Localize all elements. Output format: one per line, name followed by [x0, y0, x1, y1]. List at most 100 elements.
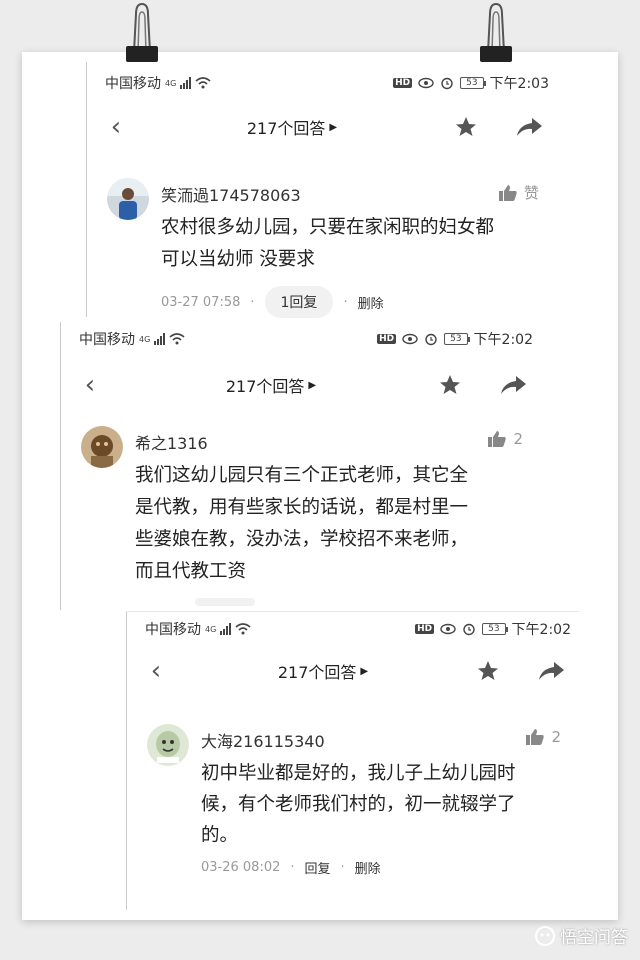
- comment-line: 的。: [201, 825, 239, 846]
- alarm-icon: [441, 77, 453, 90]
- battery-indicator: 53: [460, 77, 487, 89]
- comment-line: 是代教，用有些家长的话说，都是村里一: [135, 497, 469, 518]
- hd-icon: HD: [377, 334, 397, 344]
- comment-time: 03-26 08:02: [201, 860, 281, 875]
- binder-clip-left-icon: [120, 0, 164, 66]
- watermark-logo: 悟空问答: [534, 923, 628, 948]
- nav-bar: ‹ 217个回答 ▶: [127, 654, 579, 688]
- carrier-label: 中国移动: [79, 332, 135, 348]
- eye-icon: [418, 77, 434, 89]
- triangle-right-icon: ▶: [360, 665, 369, 677]
- network-label: 4G: [139, 334, 151, 344]
- answers-count-title[interactable]: 217个回答 ▶: [226, 373, 316, 397]
- alarm-icon: [425, 333, 437, 346]
- answers-count-label: 217个回答: [225, 377, 305, 396]
- answers-count-label: 217个回答: [246, 119, 326, 138]
- separator-dot: ·: [290, 860, 295, 875]
- answers-count-title[interactable]: 217个回答 ▶: [247, 115, 337, 139]
- thumbs-up-icon: [488, 431, 507, 447]
- comment-line: 而且代教工资: [135, 561, 247, 582]
- signal-icon: [154, 333, 166, 345]
- screenshot-card-3: 中国移动 4G HD 53 下午2:02 ‹ 217个回答 ▶ 大海216115…: [126, 612, 579, 910]
- share-arrow-icon[interactable]: [537, 660, 565, 682]
- battery-indicator: 53: [444, 333, 471, 345]
- separator-dot: ·: [340, 860, 345, 875]
- network-label: 4G: [165, 78, 177, 88]
- comment-item: 希之1316 2 我们这幼儿园只有三个正式老师，其它全 是代教，用有些家长的话说…: [81, 426, 523, 606]
- delete-button[interactable]: 删除: [355, 858, 381, 877]
- like-button[interactable]: 赞: [498, 182, 539, 203]
- comment-line: 些婆娘在教，没办法，学校招不来老师，: [135, 529, 469, 550]
- wifi-icon: [235, 623, 251, 635]
- wukong-logo-icon: [535, 925, 555, 946]
- hd-icon: HD: [393, 78, 413, 88]
- username[interactable]: 笑洏過174578063: [161, 182, 301, 206]
- like-button[interactable]: 2: [487, 430, 523, 448]
- status-bar: 中国移动 4G HD 53 下午2:02: [145, 618, 571, 640]
- watermark-text: 悟空问答: [560, 928, 628, 948]
- battery-indicator: 53: [482, 623, 509, 635]
- carrier-label: 中国移动: [105, 76, 161, 92]
- avatar[interactable]: [107, 178, 149, 220]
- delete-button[interactable]: 删除: [358, 293, 384, 312]
- clock-time: 下午2:02: [511, 622, 571, 638]
- wifi-icon: [195, 77, 211, 89]
- nav-bar: ‹ 217个回答 ▶: [87, 110, 557, 144]
- username[interactable]: 希之1316: [135, 430, 208, 454]
- answers-count-label: 217个回答: [277, 663, 357, 682]
- comment-meta: 03-27 07:58 · 1回复 · 删除: [161, 286, 384, 318]
- reply-button[interactable]: 1回复: [264, 286, 334, 318]
- screenshot-card-1: 中国移动 4G HD 53 下午2:03 ‹ 217个回答 ▶ 笑洏過17457…: [86, 62, 557, 318]
- signal-icon: [180, 77, 192, 89]
- carrier-label: 中国移动: [145, 622, 201, 638]
- thumbs-up-icon: [498, 184, 517, 201]
- comment-meta-cutoff: [135, 598, 255, 606]
- wifi-icon: [169, 333, 185, 345]
- username[interactable]: 大海216115340: [201, 728, 325, 752]
- share-arrow-icon[interactable]: [499, 374, 527, 396]
- binder-clip-right-icon: [474, 0, 518, 66]
- clock-time: 下午2:02: [473, 332, 533, 348]
- comment-line: 候，有个老师我们村的，初一就辍学了: [201, 794, 516, 815]
- comment-time: 03-27 07:58: [161, 294, 241, 310]
- screenshot-card-2: 中国移动 4G HD 53 下午2:02 ‹ 217个回答 ▶ 希之1316 2…: [60, 322, 541, 610]
- signal-icon: [220, 623, 232, 635]
- separator-dot: ·: [250, 294, 255, 310]
- comment-item: 笑洏過174578063 赞 农村很多幼儿园，只要在家闲职的妇女都 可以当幼师 …: [107, 178, 539, 318]
- clock-time: 下午2:03: [489, 76, 549, 92]
- thumbs-up-icon: [526, 729, 545, 745]
- comment-text: 农村很多幼儿园，只要在家闲职的妇女都 可以当幼师 没要求: [161, 212, 494, 276]
- comment-item: 大海216115340 2 初中毕业都是好的，我儿子上幼儿园时 候，有个老师我们…: [147, 724, 561, 894]
- like-count: 2: [513, 430, 523, 448]
- avatar[interactable]: [147, 724, 189, 766]
- comment-text: 我们这幼儿园只有三个正式老师，其它全 是代教，用有些家长的话说，都是村里一 些婆…: [135, 460, 468, 588]
- like-button[interactable]: 2: [525, 728, 561, 746]
- chevron-left-icon[interactable]: ‹: [75, 370, 105, 400]
- comment-line: 可以当幼师 没要求: [161, 249, 315, 270]
- star-icon[interactable]: [475, 659, 501, 683]
- nav-bar: ‹ 217个回答 ▶: [61, 368, 541, 402]
- chevron-left-icon[interactable]: ‹: [141, 656, 171, 686]
- star-icon[interactable]: [437, 373, 463, 397]
- like-label: 赞: [523, 184, 539, 202]
- network-label: 4G: [205, 624, 217, 634]
- star-icon[interactable]: [453, 115, 479, 139]
- eye-icon: [440, 623, 456, 635]
- status-bar: 中国移动 4G HD 53 下午2:02: [79, 328, 533, 350]
- avatar[interactable]: [81, 426, 123, 468]
- comment-meta: 03-26 08:02 · 回复 · 删除: [201, 858, 381, 877]
- comment-line: 我们这幼儿园只有三个正式老师，其它全: [135, 465, 469, 486]
- answers-count-title[interactable]: 217个回答 ▶: [278, 659, 368, 683]
- hd-icon: HD: [415, 624, 435, 634]
- chevron-left-icon[interactable]: ‹: [101, 112, 131, 142]
- reply-button[interactable]: 回复: [305, 858, 331, 877]
- like-count: 2: [551, 728, 561, 746]
- comment-text: 初中毕业都是好的，我儿子上幼儿园时 候，有个老师我们村的，初一就辍学了 的。: [201, 758, 516, 851]
- share-arrow-icon[interactable]: [515, 116, 543, 138]
- reply-button[interactable]: [195, 598, 255, 606]
- separator-dot: ·: [343, 294, 348, 310]
- alarm-icon: [463, 623, 475, 636]
- eye-icon: [402, 333, 418, 345]
- triangle-right-icon: ▶: [329, 121, 338, 133]
- triangle-right-icon: ▶: [308, 379, 317, 391]
